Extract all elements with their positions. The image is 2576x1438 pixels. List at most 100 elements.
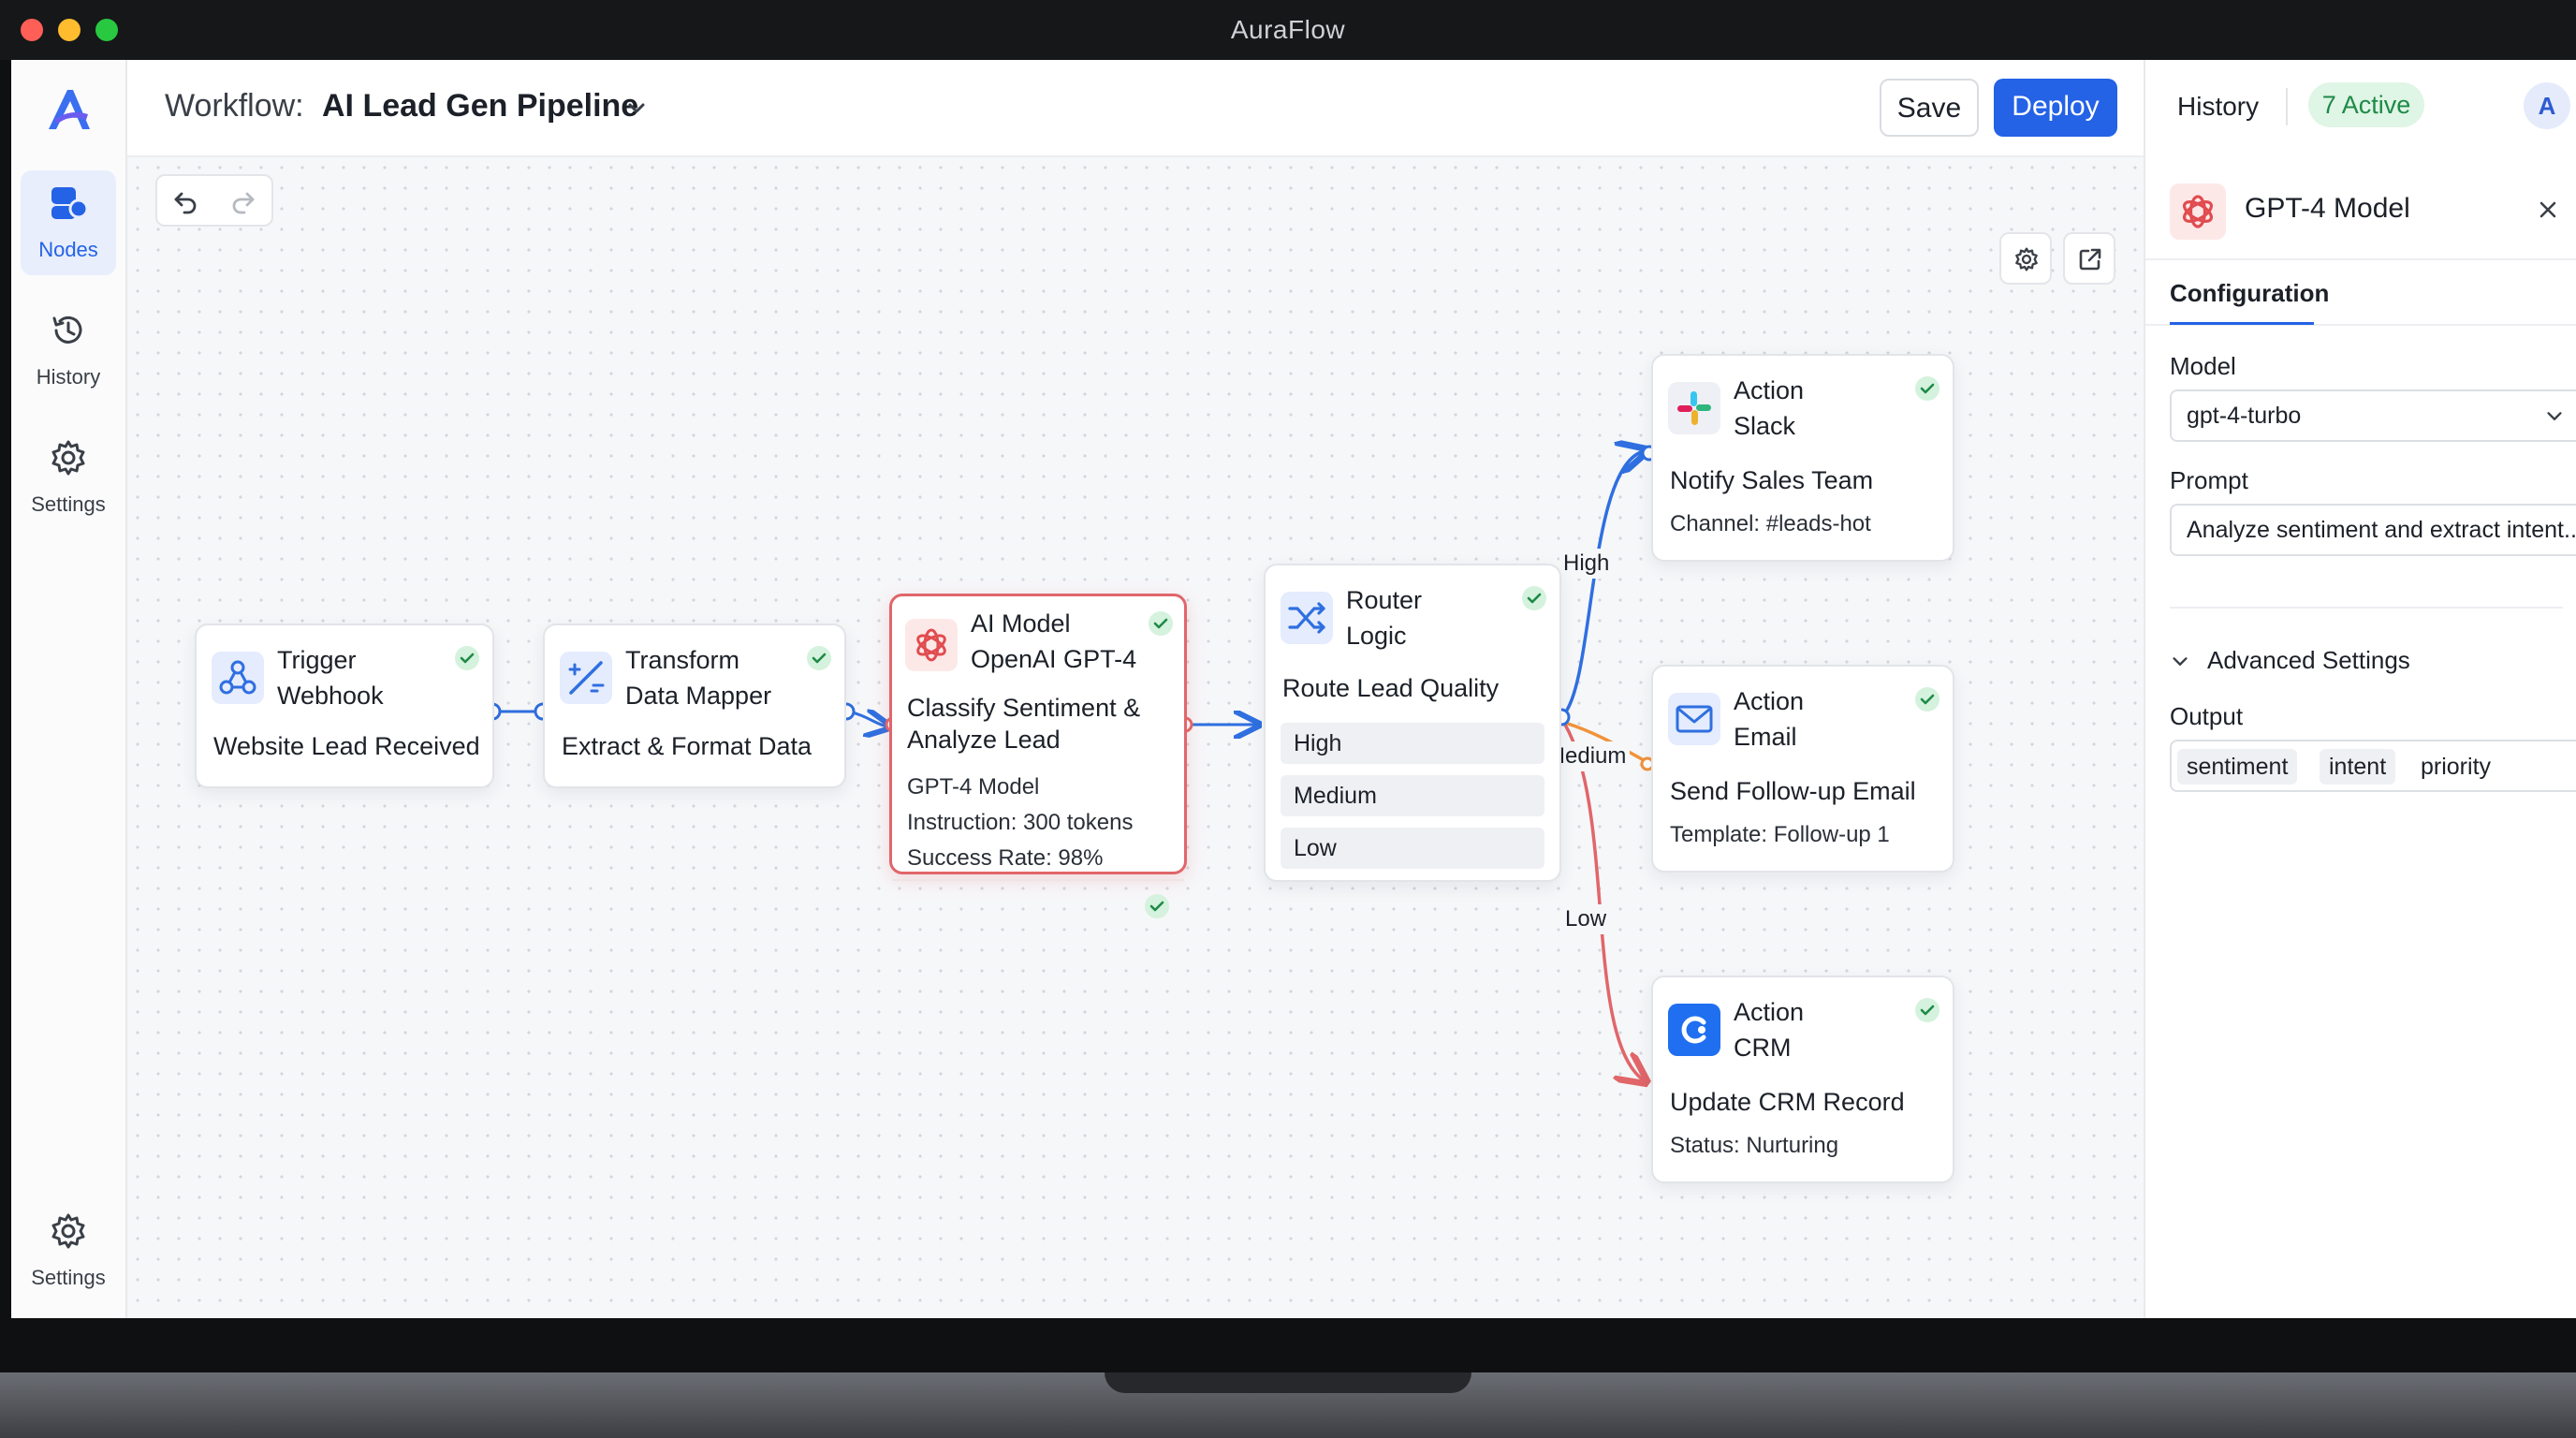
openai-icon xyxy=(905,619,958,671)
model-label: Model xyxy=(2170,352,2236,380)
data-mapper-icon xyxy=(560,652,612,704)
success-check-icon xyxy=(1522,586,1546,610)
window-titlebar: AuraFlow xyxy=(0,0,2576,60)
node-divider xyxy=(892,879,1184,881)
sidebar: Nodes History Settings Settings xyxy=(11,60,127,1318)
node-type: Action xyxy=(1734,687,1805,715)
active-status-badge[interactable]: 7 Active xyxy=(2308,82,2424,127)
panel-title: GPT-4 Model xyxy=(2245,193,2410,224)
node-subtitle: Webhook xyxy=(277,682,384,710)
node-success-rate: Success Rate: 98% xyxy=(907,845,1104,871)
node-model: GPT-4 Model xyxy=(907,774,1040,800)
edge-label-high: High xyxy=(1559,549,1614,579)
app-logo xyxy=(41,82,97,139)
sidebar-item-settings-bottom[interactable]: Settings xyxy=(21,1198,116,1303)
edge-label-low: Low xyxy=(1561,904,1611,934)
workflow-prefix: Workflow: xyxy=(165,88,304,124)
close-icon[interactable] xyxy=(2537,198,2559,221)
window-title: AuraFlow xyxy=(1230,15,1346,44)
tab-configuration[interactable]: Configuration xyxy=(2170,279,2329,308)
app-window: Nodes History Settings Settings Workflow… xyxy=(11,60,2576,1318)
sidebar-item-label: Settings xyxy=(31,492,106,516)
route-low[interactable]: Low xyxy=(1281,828,1544,869)
user-avatar[interactable]: A xyxy=(2524,82,2570,129)
slack-icon xyxy=(1668,382,1720,434)
output-tag[interactable]: priority xyxy=(2411,749,2500,785)
node-subtitle: Email xyxy=(1734,723,1797,751)
node-description: Analyze Lead xyxy=(907,726,1061,754)
node-description: Classify Sentiment & xyxy=(907,694,1141,722)
model-select[interactable]: gpt-4-turbo xyxy=(2170,389,2576,442)
node-transform[interactable]: Transform Data Mapper Extract & Format D… xyxy=(543,624,846,788)
workflow-name[interactable]: AI Lead Gen Pipeline xyxy=(322,88,638,125)
properties-panel: History 7 Active A GPT-4 Model Configura… xyxy=(2144,60,2576,1318)
success-check-icon xyxy=(455,646,479,670)
node-type: Router xyxy=(1346,586,1423,614)
node-type: AI Model xyxy=(971,609,1071,638)
success-check-icon xyxy=(1915,376,1939,401)
sidebar-item-history[interactable]: History xyxy=(21,298,116,403)
node-type: Transform xyxy=(625,646,740,674)
gear-icon xyxy=(51,1213,85,1249)
output-tags-field[interactable]: sentiment intent priority xyxy=(2170,740,2576,792)
output-label: Output xyxy=(2170,702,2244,730)
success-check-icon xyxy=(1915,998,1939,1022)
node-email[interactable]: Action Email Send Follow-up Email Templa… xyxy=(1651,665,1954,873)
panel-header: GPT-4 Model xyxy=(2145,157,2576,260)
sidebar-item-label: Nodes xyxy=(38,238,98,261)
output-tag[interactable]: sentiment xyxy=(2177,749,2298,785)
tab-active-indicator xyxy=(2170,322,2314,325)
success-check-icon xyxy=(1915,687,1939,712)
node-description: Send Follow-up Email xyxy=(1670,777,1916,805)
node-detail: Status: Nurturing xyxy=(1670,1133,1839,1158)
route-high[interactable]: High xyxy=(1281,723,1544,764)
workflow-canvas[interactable]: High Medium Low Trigger Webhook Website … xyxy=(127,157,2144,1318)
chevron-down-icon xyxy=(2547,412,2562,420)
node-subtitle: Slack xyxy=(1734,412,1796,440)
chevron-down-icon[interactable] xyxy=(625,97,648,120)
node-description: Notify Sales Team xyxy=(1670,466,1874,494)
chevron-down-icon[interactable] xyxy=(2170,652,2190,672)
history-link[interactable]: History xyxy=(2177,92,2259,122)
gear-icon xyxy=(51,440,85,476)
node-subtitle: Logic xyxy=(1346,622,1407,650)
edge-router-crm-low[interactable] xyxy=(1563,724,1644,1080)
openai-icon xyxy=(2170,183,2226,240)
history-icon xyxy=(52,315,82,344)
sidebar-item-nodes[interactable]: Nodes xyxy=(21,170,116,275)
save-button[interactable]: Save xyxy=(1880,79,1979,137)
advanced-settings-toggle[interactable]: Advanced Settings xyxy=(2207,646,2410,675)
sidebar-item-settings[interactable]: Settings xyxy=(21,425,116,530)
node-description: Extract & Format Data xyxy=(562,732,812,760)
output-tag[interactable]: intent xyxy=(2320,749,2396,785)
node-crm[interactable]: Action CRM Update CRM Record Status: Nur… xyxy=(1651,976,1954,1183)
node-description: Website Lead Received xyxy=(213,732,480,760)
node-detail: Channel: #leads-hot xyxy=(1670,511,1871,536)
node-ai-model[interactable]: AI Model OpenAI GPT-4 Classify Sentiment… xyxy=(889,594,1187,918)
deploy-button[interactable]: Deploy xyxy=(1994,79,2117,137)
node-subtitle: Data Mapper xyxy=(625,682,772,710)
route-medium[interactable]: Medium xyxy=(1281,775,1544,816)
node-subtitle: CRM xyxy=(1734,1034,1792,1062)
prompt-label: Prompt xyxy=(2170,466,2248,494)
shuffle-icon xyxy=(1281,592,1333,644)
node-router[interactable]: Router Logic Route Lead Quality High Med… xyxy=(1264,564,1561,882)
node-subtitle: OpenAI GPT-4 xyxy=(971,645,1137,673)
success-check-icon xyxy=(1149,611,1173,636)
section-divider xyxy=(2170,607,2563,609)
node-trigger[interactable]: Trigger Webhook Website Lead Received xyxy=(195,624,494,788)
workflow-header: Workflow: AI Lead Gen Pipeline Save Depl… xyxy=(127,60,2144,157)
sidebar-item-label: History xyxy=(36,365,101,389)
nodes-icon xyxy=(51,187,88,219)
model-select-value: gpt-4-turbo xyxy=(2187,403,2302,429)
node-slack[interactable]: Action Slack Notify Sales Team Channel: … xyxy=(1651,354,1954,562)
crm-icon xyxy=(1668,1004,1720,1056)
node-type: Action xyxy=(1734,376,1805,404)
prompt-input[interactable]: Analyze sentiment and extract intent... xyxy=(2170,504,2576,556)
success-check-icon xyxy=(1145,894,1169,918)
node-type: Trigger xyxy=(277,646,357,674)
edge-router-slack-high[interactable] xyxy=(1561,451,1644,717)
laptop-notch xyxy=(1105,1372,1471,1393)
node-description: Update CRM Record xyxy=(1670,1088,1905,1116)
sidebar-item-label: Settings xyxy=(31,1266,106,1289)
